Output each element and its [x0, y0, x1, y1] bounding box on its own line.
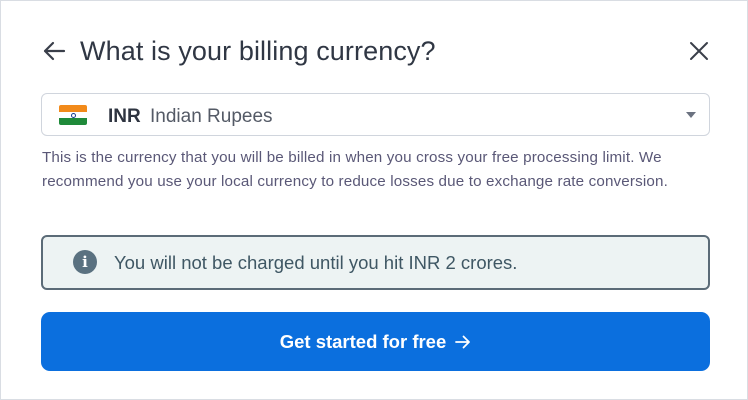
- close-button[interactable]: [687, 37, 711, 65]
- info-notice: i You will not be charged until you hit …: [41, 235, 710, 290]
- india-flag-icon: [59, 105, 87, 125]
- arrow-right-icon: [455, 335, 471, 349]
- dialog-title: What is your billing currency?: [80, 36, 436, 66]
- billing-currency-dialog: What is your billing currency? INR India…: [0, 0, 748, 400]
- currency-select[interactable]: INR Indian Rupees: [41, 93, 710, 136]
- dialog-header: What is your billing currency?: [41, 33, 711, 73]
- currency-name: Indian Rupees: [150, 106, 273, 127]
- get-started-label: Get started for free: [279, 330, 447, 352]
- info-icon: i: [73, 250, 97, 274]
- arrow-left-icon: [43, 41, 66, 61]
- get-started-button[interactable]: Get started for free: [41, 312, 710, 371]
- currency-help-text: This is the currency that you will be bi…: [42, 149, 668, 190]
- back-button[interactable]: [41, 37, 67, 65]
- currency-code: INR: [108, 106, 141, 127]
- close-icon: [690, 42, 708, 60]
- caret-down-icon: [686, 112, 696, 118]
- notice-text: You will not be charged until you hit IN…: [114, 252, 518, 273]
